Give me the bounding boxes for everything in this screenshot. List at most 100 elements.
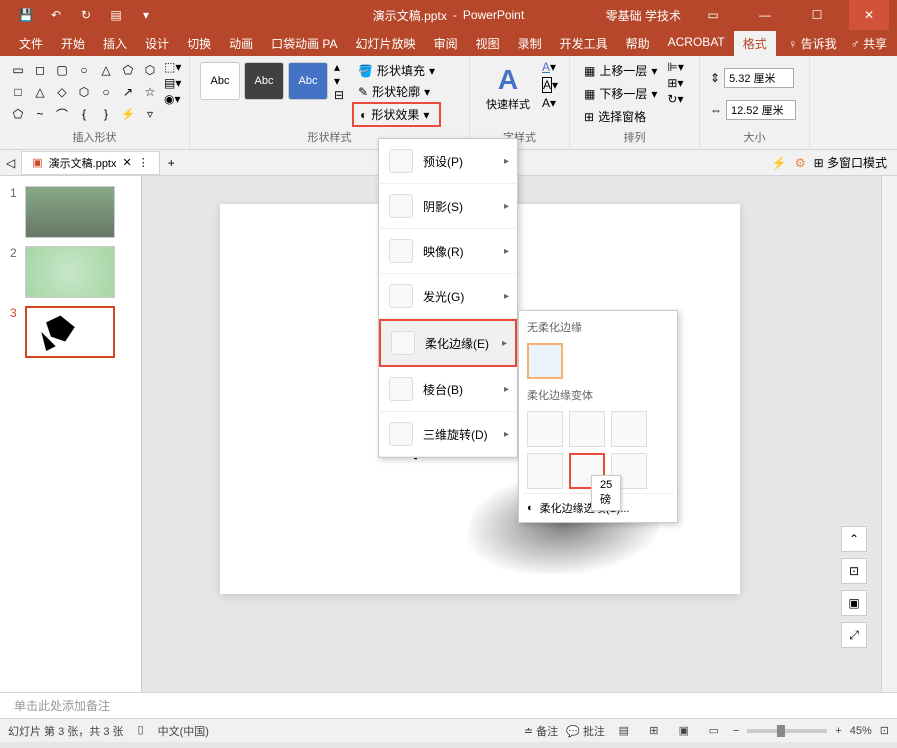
soft-edge-variant-4[interactable]: [527, 453, 563, 489]
group-arrange: 排列: [578, 127, 691, 147]
notes-button[interactable]: ≐ 备注: [524, 723, 558, 739]
shape-fill-button[interactable]: 🪣形状填充 ▾: [352, 60, 441, 81]
soft-edges-submenu: 无柔化边缘 柔化边缘变体 25 磅 ◐ 柔化边缘选项(S)...: [518, 310, 678, 523]
tool-expand-icon[interactable]: ⤢: [841, 622, 867, 648]
menu-glow[interactable]: 发光(G) ▸: [379, 274, 517, 319]
tab-transitions[interactable]: 切换: [178, 31, 220, 56]
share-button[interactable]: ♂ 共享: [851, 35, 887, 52]
tool-collapse-icon[interactable]: ⌃: [841, 526, 867, 552]
tell-me[interactable]: ♀ 告诉我: [788, 35, 836, 52]
text-effects-icon[interactable]: A▾: [542, 96, 558, 110]
tab-developer[interactable]: 开发工具: [551, 31, 617, 56]
text-outline-icon[interactable]: A▾: [542, 78, 558, 92]
ribbon-display-icon[interactable]: ▭: [693, 0, 733, 30]
submenu-variations-label: 柔化边缘变体: [523, 383, 673, 407]
shape-style-preset-1[interactable]: Abc: [200, 62, 240, 100]
text-fill-icon[interactable]: A▾: [542, 60, 558, 74]
tool-fit-icon[interactable]: ⊡: [841, 558, 867, 584]
tab-home[interactable]: 开始: [52, 31, 94, 56]
close-tab-icon[interactable]: ✕: [123, 156, 132, 169]
tab-review[interactable]: 审阅: [425, 31, 467, 56]
close-icon[interactable]: ✕: [849, 0, 889, 30]
save-icon[interactable]: 💾: [18, 7, 34, 23]
tab-format[interactable]: 格式: [734, 31, 776, 56]
tool-layers-icon[interactable]: ▣: [841, 590, 867, 616]
zoom-in-icon[interactable]: +: [835, 725, 841, 737]
tab-acrobat[interactable]: ACROBAT: [659, 31, 734, 56]
start-icon[interactable]: ▤: [108, 7, 124, 23]
language-label[interactable]: 中文(中国): [158, 723, 209, 739]
reading-view-icon[interactable]: ▣: [673, 722, 695, 740]
height-input[interactable]: ⇕: [710, 68, 796, 88]
shape-outline-button[interactable]: ✎形状轮廓 ▾: [352, 81, 441, 102]
tab-design[interactable]: 设计: [136, 31, 178, 56]
soft-edge-variant-1[interactable]: [527, 411, 563, 447]
dropdown-icon[interactable]: ▾: [138, 7, 154, 23]
addon-label[interactable]: 零基础 学技术: [606, 7, 681, 24]
slide-number-2: 2: [10, 246, 17, 260]
tab-view[interactable]: 视图: [467, 31, 509, 56]
sorter-view-icon[interactable]: ⊞: [643, 722, 665, 740]
undo-icon[interactable]: ↶: [48, 7, 64, 23]
zoom-out-icon[interactable]: −: [733, 725, 739, 737]
group-icon[interactable]: ⊞▾: [667, 76, 683, 90]
merge-shapes-icon[interactable]: ◉▾: [164, 92, 181, 106]
edit-shape-icon[interactable]: ⬚▾: [164, 60, 181, 74]
tab-help[interactable]: 帮助: [617, 31, 659, 56]
soft-edge-variant-3[interactable]: [611, 411, 647, 447]
menu-shadow[interactable]: 阴影(S) ▸: [379, 184, 517, 229]
width-input[interactable]: ⇔: [710, 100, 796, 120]
tab-animations[interactable]: 动画: [220, 31, 262, 56]
menu-reflection[interactable]: 映像(R) ▸: [379, 229, 517, 274]
soft-edge-variant-2[interactable]: [569, 411, 605, 447]
normal-view-icon[interactable]: ▤: [613, 722, 635, 740]
comments-button[interactable]: 💬 批注: [566, 723, 605, 739]
add-tab-icon[interactable]: +: [168, 156, 175, 170]
shape-effects-button[interactable]: ◐形状效果 ▾: [352, 102, 441, 127]
minimize-icon[interactable]: —: [745, 0, 785, 30]
tab-file[interactable]: 文件: [10, 31, 52, 56]
slide-thumb-2[interactable]: [25, 246, 115, 298]
settings-icon[interactable]: ⚙: [795, 156, 806, 170]
quick-styles-button[interactable]: A 快速样式: [478, 60, 538, 116]
zoom-level[interactable]: 45%: [850, 725, 872, 737]
tab-pa[interactable]: 口袋动画 PA: [262, 31, 346, 56]
redo-icon[interactable]: ↻: [78, 7, 94, 23]
maximize-icon[interactable]: ☐: [797, 0, 837, 30]
gallery-up-icon[interactable]: ▴: [334, 60, 344, 74]
zoom-slider[interactable]: [747, 729, 827, 733]
slide-thumb-1[interactable]: [25, 186, 115, 238]
tab-slideshow[interactable]: 幻灯片放映: [347, 31, 425, 56]
gallery-more-icon[interactable]: ⊟: [334, 88, 344, 102]
doc-tab[interactable]: ▣ 演示文稿.pptx ✕ ⋮: [21, 151, 159, 175]
rotate-icon[interactable]: ↻▾: [667, 92, 683, 106]
menu-bevel[interactable]: 棱台(B) ▸: [379, 367, 517, 412]
vertical-scrollbar[interactable]: [881, 176, 897, 692]
send-backward-button[interactable]: ▦ 下移一层 ▾: [578, 83, 663, 104]
slide-thumb-3[interactable]: [25, 306, 115, 358]
spell-check-icon[interactable]: ▯: [138, 723, 144, 739]
bring-forward-button[interactable]: ▦ 上移一层 ▾: [578, 60, 663, 81]
text-box-icon[interactable]: ▤▾: [164, 76, 181, 90]
ppt-file-icon: ▣: [32, 156, 42, 169]
doc-title: 演示文稿.pptx: [373, 7, 447, 24]
notes-area[interactable]: 单击此处添加备注: [0, 692, 897, 718]
shape-style-preset-3[interactable]: Abc: [288, 62, 328, 100]
gallery-down-icon[interactable]: ▾: [334, 74, 344, 88]
selection-pane-button[interactable]: ⊞ 选择窗格: [578, 106, 663, 127]
menu-soft-edges[interactable]: 柔化边缘(E) ▸: [379, 319, 517, 367]
menu-3d-rotation[interactable]: 三维旋转(D) ▸: [379, 412, 517, 457]
flash-icon[interactable]: ⚡: [772, 156, 787, 170]
multi-window-button[interactable]: ⊞ 多窗口模式: [814, 154, 887, 171]
tab-record[interactable]: 录制: [509, 31, 551, 56]
slideshow-view-icon[interactable]: ▭: [703, 722, 725, 740]
shape-style-preset-2[interactable]: Abc: [244, 62, 284, 100]
soft-edge-variant-5[interactable]: 25 磅: [569, 453, 605, 489]
soft-edge-none[interactable]: [527, 343, 563, 379]
shapes-gallery[interactable]: ▭◻▢○△⬠⬡ □△◇⬡○↗☆ ⬠~⌒{}⚡▿: [8, 60, 160, 124]
tab-insert[interactable]: 插入: [94, 31, 136, 56]
align-icon[interactable]: ⊫▾: [667, 60, 683, 74]
nav-back-icon[interactable]: ◁: [6, 156, 15, 170]
fit-window-icon[interactable]: ⊡: [880, 724, 889, 737]
menu-preset[interactable]: 预设(P) ▸: [379, 139, 517, 184]
